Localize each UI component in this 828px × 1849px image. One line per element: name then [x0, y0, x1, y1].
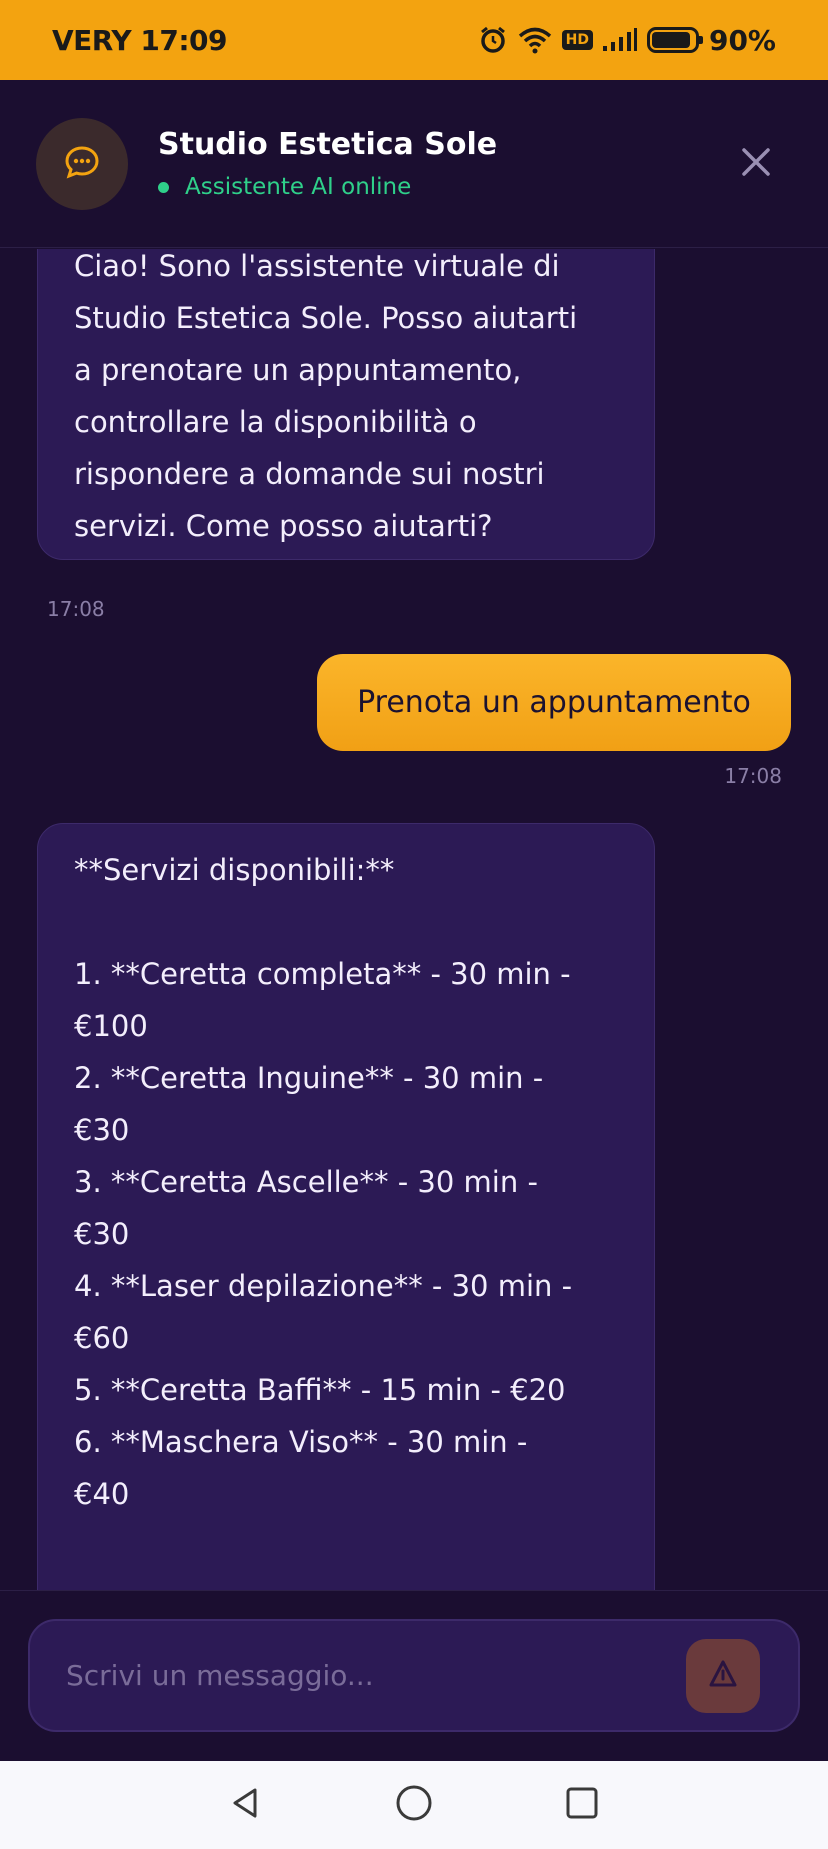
status-carrier-time: VERY 17:09: [52, 23, 227, 57]
composer: [0, 1590, 828, 1761]
system-nav-bar: [0, 1761, 828, 1849]
message-list[interactable]: Ciao! Sono l'assistente virtuale di Stud…: [0, 249, 828, 1590]
message-input[interactable]: [66, 1659, 686, 1692]
back-triangle-icon: [229, 1786, 263, 1824]
bot-message: **Servizi disponibili:** 1. **Ceretta co…: [37, 823, 655, 1590]
close-button[interactable]: [736, 144, 776, 184]
battery-fill: [651, 32, 690, 48]
recents-square-icon: [565, 1786, 599, 1824]
battery-icon: [646, 27, 703, 53]
online-status: Assistente AI online: [158, 174, 497, 200]
avatar: [36, 117, 128, 210]
close-icon: [741, 147, 771, 181]
message-timestamp: 17:08: [47, 597, 105, 621]
chat-title: Studio Estetica Sole: [158, 127, 498, 162]
message-input-box: [28, 1619, 800, 1732]
online-status-label: Assistente AI online: [185, 174, 412, 200]
nav-recents-button[interactable]: [557, 1780, 607, 1830]
nav-home-button[interactable]: [389, 1780, 439, 1830]
user-message: Prenota un appuntamento: [317, 654, 791, 751]
hd-badge: HD: [561, 30, 593, 50]
signal-icon: [602, 28, 637, 52]
message-timestamp: 17:08: [724, 764, 782, 788]
send-icon: [708, 1659, 738, 1693]
nav-back-button[interactable]: [221, 1780, 271, 1830]
header-text: Studio Estetica Sole Assistente AI onlin…: [158, 127, 497, 200]
user-message-text: Prenota un appuntamento: [357, 685, 751, 720]
status-bar: VERY 17:09 HD 90%: [0, 0, 828, 80]
chat-bubble-icon: [62, 142, 102, 186]
wifi-icon: [518, 26, 552, 54]
bot-message: Ciao! Sono l'assistente virtuale di Stud…: [37, 249, 655, 560]
home-circle-icon: [395, 1784, 433, 1826]
alarm-icon: [478, 25, 508, 55]
chat-header: Studio Estetica Sole Assistente AI onlin…: [0, 80, 828, 248]
online-dot: [158, 181, 169, 193]
battery-percent: 90%: [708, 23, 776, 57]
send-button[interactable]: [686, 1638, 760, 1713]
status-icons: HD 90%: [478, 24, 776, 57]
